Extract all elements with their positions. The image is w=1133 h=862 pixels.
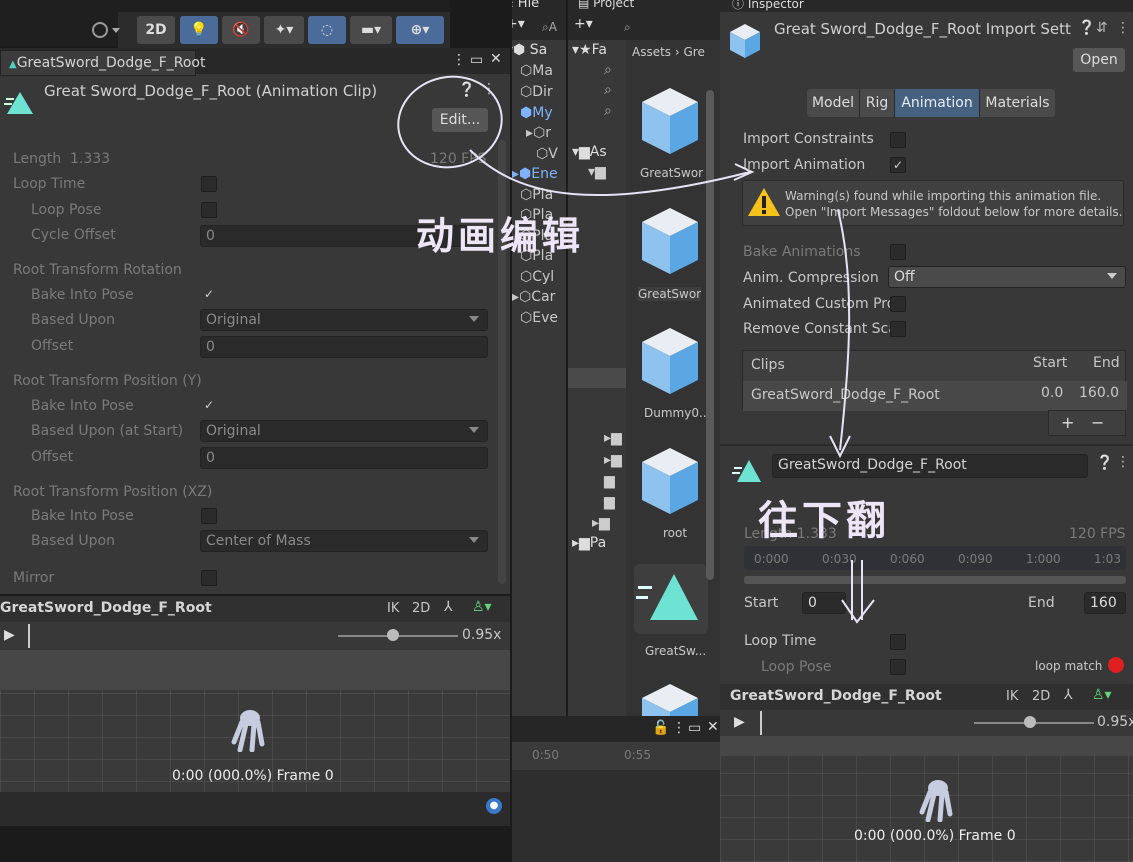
annotation-note-1: 动画编辑 [416, 213, 585, 258]
annotation-note-2: 往下翻 [758, 497, 890, 544]
annotation-strokes [397, 75, 875, 624]
